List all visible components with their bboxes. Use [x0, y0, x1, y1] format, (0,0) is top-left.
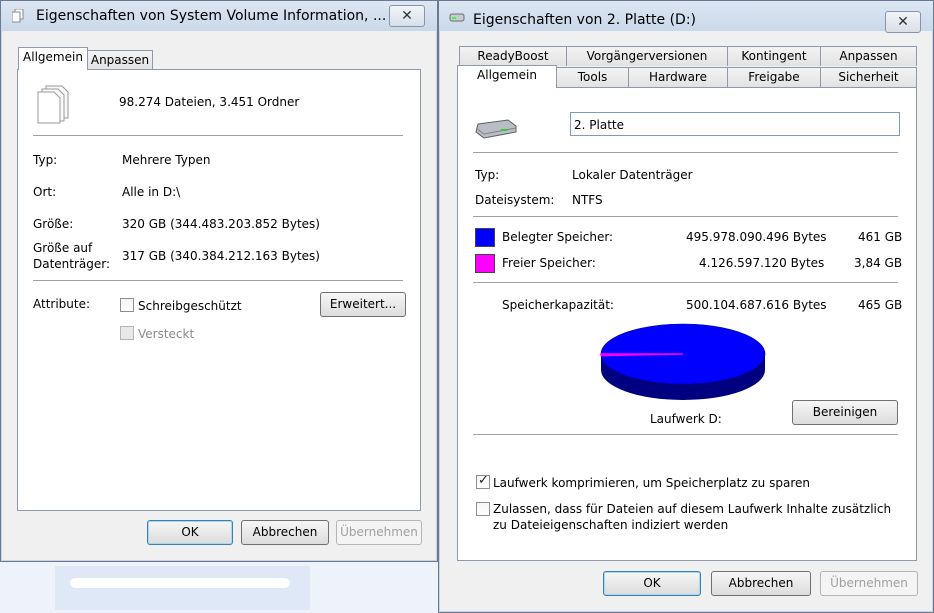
tab-tools[interactable]: Tools [556, 67, 629, 87]
background-fragment [70, 578, 290, 588]
divider [473, 152, 898, 153]
right-title-bar[interactable]: Eigenschaften von 2. Platte (D:) ✕ [439, 1, 933, 33]
used-space-label: Belegter Speicher: [502, 230, 614, 244]
cleanup-button[interactable]: Bereinigen [792, 400, 898, 425]
readonly-checkbox[interactable] [120, 298, 134, 312]
checkmark-icon: ✓ [478, 473, 489, 488]
index-label-line2[interactable]: zu Dateieigenschaften indiziert werden [493, 518, 728, 532]
left-title-bar[interactable]: Eigenschaften von System Volume Informat… [1, 1, 437, 31]
capacity-bytes: 500.104.687.616 Bytes [686, 298, 827, 312]
free-space-bytes: 4.126.597.120 Bytes [699, 256, 825, 270]
attributes-label: Attribute: [33, 297, 91, 311]
hard-drive-icon [474, 118, 518, 143]
tab-sicherheit[interactable]: Sicherheit [820, 67, 917, 87]
index-label-line1[interactable]: Zulassen, dass für Dateien auf diesem La… [493, 502, 891, 516]
compress-checkbox[interactable]: ✓ [476, 473, 490, 489]
disk-usage-pie-chart [600, 323, 766, 400]
ok-button[interactable]: OK [603, 571, 701, 596]
filesystem-value: NTFS [572, 193, 603, 207]
capacity-gb: 465 GB [858, 298, 903, 312]
tab-allgemein[interactable]: Allgemein [457, 65, 557, 88]
location-label: Ort: [33, 185, 57, 199]
tab-anpassen[interactable]: Anpassen [820, 46, 917, 66]
tab-anpassen[interactable]: Anpassen [87, 50, 153, 70]
right-window-title: Eigenschaften von 2. Platte (D:) [473, 12, 697, 28]
type-label: Typ: [33, 153, 58, 167]
files-icon [11, 8, 24, 23]
type-value: Mehrere Typen [122, 153, 211, 167]
right-tab-panel: 2. Platte Typ: Lokaler Datenträger Datei… [457, 87, 917, 561]
tab-vorgaengerversionen[interactable]: Vorgängerversionen [566, 46, 728, 66]
drive-icon [449, 11, 465, 26]
drive-label: Laufwerk D: [650, 412, 722, 426]
tab-hardware[interactable]: Hardware [628, 67, 728, 87]
divider [33, 135, 403, 136]
used-space-gb: 461 GB [858, 230, 903, 244]
file-count-summary: 98.274 Dateien, 3.451 Ordner [119, 95, 300, 109]
size-on-disk-value: 317 GB (340.384.212.163 Bytes) [122, 249, 320, 263]
cancel-button[interactable]: Abbrechen [241, 520, 329, 545]
left-tab-panel: 98.274 Dateien, 3.451 Ordner Typ: Mehrer… [17, 69, 421, 511]
advanced-button[interactable]: Erweitert... [320, 292, 406, 317]
type-label: Typ: [475, 168, 500, 182]
filesystem-label: Dateisystem: [475, 193, 555, 207]
divider [473, 216, 898, 217]
left-window-title: Eigenschaften von System Volume Informat… [36, 8, 387, 24]
multiple-files-icon [36, 84, 70, 127]
compress-label[interactable]: Laufwerk komprimieren, um Speicherplatz … [493, 476, 810, 490]
divider [473, 434, 898, 435]
tab-readyboost[interactable]: ReadyBoost [459, 46, 567, 66]
close-icon[interactable]: ✕ [885, 11, 921, 33]
tab-kontingent[interactable]: Kontingent [727, 46, 821, 66]
close-icon[interactable]: ✕ [389, 5, 425, 27]
index-checkbox[interactable] [476, 502, 490, 516]
hidden-checkbox[interactable] [120, 326, 134, 340]
apply-button[interactable]: Übernehmen [820, 571, 918, 596]
size-label: Größe: [33, 217, 74, 231]
tab-freigabe[interactable]: Freigabe [727, 67, 821, 87]
divider [33, 280, 403, 281]
cancel-button[interactable]: Abbrechen [711, 571, 811, 596]
size-value: 320 GB (344.483.203.852 Bytes) [122, 217, 320, 231]
left-properties-window: Eigenschaften von System Volume Informat… [0, 0, 438, 562]
apply-button[interactable]: Übernehmen [336, 520, 422, 545]
free-space-label: Freier Speicher: [502, 256, 596, 270]
location-value: Alle in D:\ [122, 185, 181, 199]
used-space-bytes: 495.978.090.496 Bytes [686, 230, 827, 244]
divider [473, 282, 898, 283]
free-space-swatch [475, 254, 495, 273]
type-value: Lokaler Datenträger [572, 168, 693, 182]
capacity-label: Speicherkapazität: [502, 298, 614, 312]
readonly-label[interactable]: Schreibgeschützt [138, 299, 242, 313]
hidden-label: Versteckt [138, 327, 195, 341]
size-on-disk-label-line2: Datenträger: [33, 257, 111, 271]
tab-allgemein[interactable]: Allgemein [18, 47, 88, 70]
ok-button[interactable]: OK [147, 520, 233, 545]
drive-name-input[interactable]: 2. Platte [570, 112, 900, 136]
free-space-gb: 3,84 GB [854, 256, 903, 270]
used-space-swatch [475, 228, 495, 247]
background-window-fragment [55, 566, 310, 610]
size-on-disk-label-line1: Größe auf [33, 241, 93, 255]
right-properties-window: Eigenschaften von 2. Platte (D:) ✕ Ready… [438, 0, 934, 613]
